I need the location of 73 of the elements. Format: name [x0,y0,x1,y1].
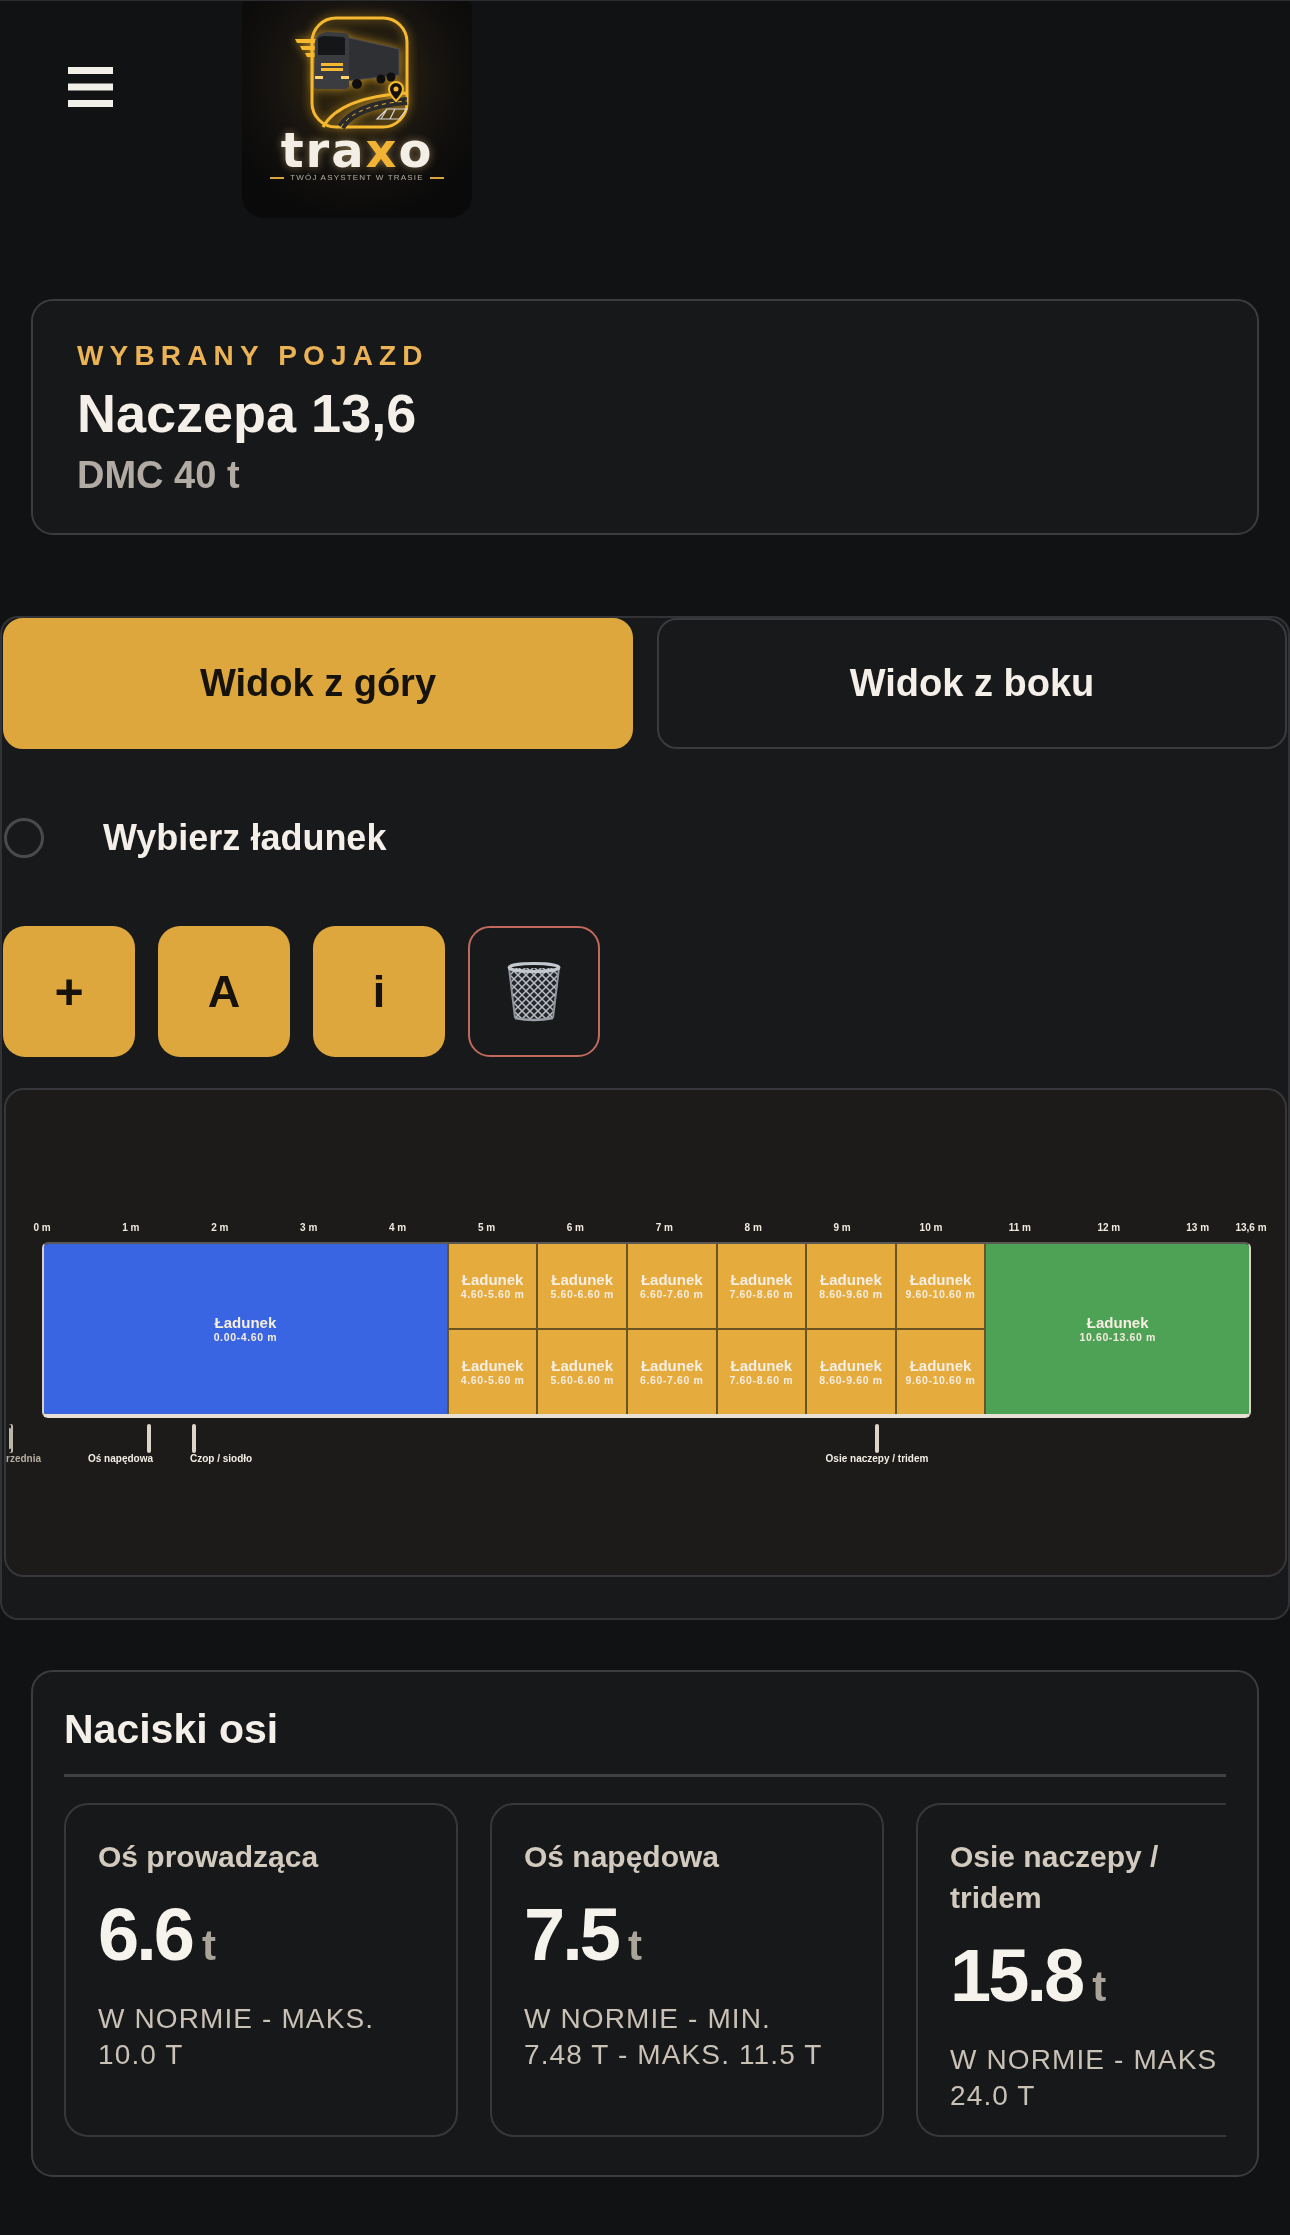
cargo-name: Ładunek [1086,1314,1149,1331]
cargo-range: 6.60-7.60 m [640,1374,704,1387]
axle-name: Oś prowadząca [98,1839,319,1875]
cargo-name: Ładunek [730,1271,793,1288]
menu-button[interactable] [68,67,113,107]
view-tab[interactable]: Widok z boku [657,618,1287,749]
cargo-range: 0.00-4.60 m [213,1331,278,1344]
ruler-label: 2 m [211,1221,229,1235]
cargo-name: Ładunek [640,1271,703,1288]
load-status: W NORMIE - MIN. 7.48 T - MAKS. 11.5 T [524,2002,823,2072]
cargo-range: 10.60-13.60 m [1079,1331,1156,1344]
load-value: 7.5 t [524,1895,642,1978]
radio-button[interactable] [4,818,44,858]
ruler-label: 4 m [389,1221,407,1235]
ruler-label: 13,6 m [1235,1221,1267,1235]
info-button[interactable]: i [313,926,445,1057]
cargo-range: 4.60-5.60 m [460,1374,525,1387]
load-value: 6.6 t [98,1895,216,1978]
load-status: W NORMIE - MAKS. 10.0 T [98,2002,376,2072]
logo-tagline: TWÓJ ASYSTENT W TRASIE [290,173,424,183]
ruler-label: 8 m [744,1221,762,1235]
ruler-label: 12 m [1097,1221,1121,1235]
cargo-name: Ładunek [730,1357,793,1374]
cargo-name: Ładunek [551,1271,614,1288]
cargo-name: Ładunek [909,1357,972,1374]
cargo-range: 4.60-5.60 m [460,1288,525,1301]
axle-label: Oś napędowa [88,1453,153,1465]
wastebasket-icon [506,961,562,1022]
cargo-name: Ładunek [461,1357,524,1374]
delete-button[interactable] [468,926,600,1057]
ruler-label: 3 m [300,1221,318,1235]
ruler-label: 7 m [655,1221,673,1235]
cargo-range: 5.60-6.60 m [550,1374,614,1387]
view-tab[interactable]: Widok z góry [3,618,633,749]
cargo-name: Ładunek [820,1357,882,1374]
ruler-label: 0 m [33,1221,51,1235]
cargo-range: 7.60-8.60 m [729,1288,794,1301]
cargo-name: Ładunek [551,1357,614,1374]
cargo-name: Ładunek [214,1314,277,1331]
cargo-range: 9.60-10.60 m [905,1288,976,1301]
cargo-name: Ładunek [461,1271,524,1288]
add-button[interactable]: + [3,926,135,1057]
axle-label: Czop / siodło [190,1453,253,1465]
vehicle-weight: DMC 40 t [77,453,240,497]
section-title: Naciski osi [64,1705,279,1753]
ruler-label: 9 m [833,1221,851,1235]
logo-wordmark: traxo [280,130,434,170]
cargo-range: 9.60-10.60 m [905,1374,976,1387]
load-status: W NORMIE - MAKS 24.0 T [950,2043,1219,2113]
vehicle-name: Naczepa 13,6 [77,383,417,443]
cargo-name: Ładunek [640,1357,703,1374]
cargo-name: Ładunek [820,1271,882,1288]
cargo-range: 5.60-6.60 m [550,1288,614,1301]
cargo-name: Ładunek [909,1271,972,1288]
ruler-label: 11 m [1008,1221,1031,1235]
cargo-range: 6.60-7.60 m [640,1288,704,1301]
ruler-label: 1 m [122,1221,140,1235]
load-select-label: Wybierz ładunek [103,817,387,859]
axle-name: Osie naczepy / tridem [950,1839,1160,1916]
axle-label: Osie naczepy / tridem [825,1453,929,1465]
ruler-label: 13 m [1186,1221,1210,1235]
load-value: 15.8 t [950,1936,1107,2019]
ruler-label: 10 m [919,1221,943,1235]
letter-button[interactable]: A [158,926,290,1057]
menu-icon [68,67,113,107]
section-label: WYBRANY POJAZD [77,339,429,373]
cargo-range: 8.60-9.60 m [819,1374,883,1387]
cargo-range: 8.60-9.60 m [819,1288,883,1301]
axle-label: rzednia [6,1453,41,1465]
cargo-range: 7.60-8.60 m [729,1374,794,1387]
axle-name: Oś napędowa [524,1839,720,1875]
ruler-label: 5 m [477,1221,496,1235]
ruler-label: 6 m [566,1221,584,1235]
